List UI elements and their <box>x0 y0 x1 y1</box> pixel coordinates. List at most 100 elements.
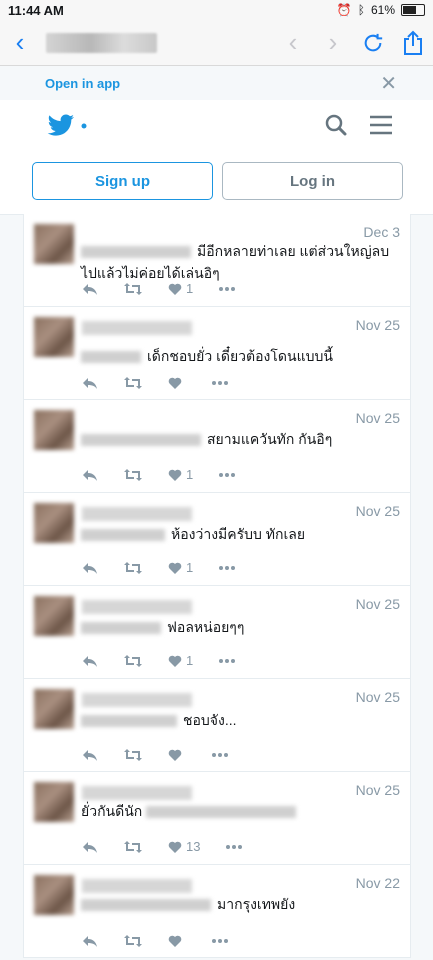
retweet-icon[interactable] <box>124 282 142 295</box>
more-icon[interactable] <box>219 286 236 291</box>
tweet-date[interactable]: Dec 3 <box>363 224 400 240</box>
like-count: 1 <box>186 281 194 296</box>
heart-icon <box>168 935 182 947</box>
like-button[interactable] <box>168 935 186 947</box>
tweet-date[interactable]: Nov 22 <box>356 875 400 891</box>
blurred-username <box>81 434 201 447</box>
like-count: 1 <box>186 467 194 482</box>
tweet-text: ห้องว่างมีครับบ ทักเลย <box>81 523 400 545</box>
reply-icon[interactable] <box>82 469 98 481</box>
open-in-app-banner: Open in app ✕ <box>0 66 433 100</box>
like-button[interactable] <box>168 377 186 389</box>
browser-toolbar: ‹ ‹ › <box>0 20 433 66</box>
blurred-username <box>82 507 192 521</box>
blurred-text <box>146 806 297 819</box>
tweet-text: เด็กชอบยั่ว เดี๋ยวต้องโดนแบบนี้ <box>81 345 400 367</box>
more-icon[interactable] <box>212 939 228 943</box>
blurred-username <box>82 879 192 893</box>
reply-icon[interactable] <box>82 841 98 853</box>
url-field[interactable] <box>46 32 157 53</box>
retweet-icon[interactable] <box>124 377 142 389</box>
avatar[interactable] <box>34 596 74 636</box>
blurred-handle <box>81 351 141 364</box>
tweet-item[interactable]: Nov 25 ชอบจัง... <box>24 679 410 772</box>
tweet-item[interactable]: Nov 25 เด็กชอบยั่ว เดี๋ยวต้องโดนแบบนี้ <box>24 307 410 400</box>
avatar[interactable] <box>34 317 74 357</box>
tweet-item[interactable]: Dec 3 มีอีกหลายท่าเลย แต่ส่วนใหญ่ลบไปแล้… <box>24 214 410 307</box>
like-button[interactable]: 1 <box>168 467 193 482</box>
back-arrow-icon[interactable]: ‹ <box>0 27 40 58</box>
sign-up-button[interactable]: Sign up <box>32 162 213 200</box>
reply-icon[interactable] <box>82 749 98 761</box>
tweet-date[interactable]: Nov 25 <box>356 410 400 426</box>
like-button[interactable]: 1 <box>168 653 193 668</box>
retweet-icon[interactable] <box>124 654 142 667</box>
tweet-text: ฟอลหน่อยๆๆ <box>81 616 400 638</box>
twitter-logo-icon[interactable] <box>46 112 94 145</box>
blurred-handle <box>81 715 177 728</box>
retweet-icon[interactable] <box>124 935 142 947</box>
more-icon[interactable] <box>219 472 236 477</box>
tweet-item[interactable]: Nov 25 สยามแควันทัก กันอิๆ 1 <box>24 400 410 493</box>
tweet-date[interactable]: Nov 25 <box>356 689 400 705</box>
tweet-item[interactable]: Nov 25 ยั่วกันดีนัก 13 <box>24 772 410 865</box>
reload-icon[interactable] <box>353 32 393 54</box>
like-button[interactable]: 13 <box>168 839 200 854</box>
tweet-text: มากรุงเทพยัง <box>81 893 400 915</box>
reply-icon[interactable] <box>82 655 98 667</box>
reply-icon[interactable] <box>82 562 98 574</box>
close-icon[interactable]: ✕ <box>380 71 397 96</box>
heart-icon <box>168 749 182 761</box>
avatar[interactable] <box>34 503 74 543</box>
avatar[interactable] <box>34 224 74 264</box>
avatar[interactable] <box>34 782 74 822</box>
search-icon[interactable] <box>325 114 347 141</box>
like-button[interactable]: 1 <box>168 560 193 575</box>
tweet-date[interactable]: Nov 25 <box>356 503 400 519</box>
open-in-app-link[interactable]: Open in app <box>45 76 120 91</box>
battery-percent: 61% <box>370 3 395 17</box>
share-icon[interactable] <box>393 30 433 56</box>
tweet-date[interactable]: Nov 25 <box>356 317 400 333</box>
blurred-handle <box>81 622 161 635</box>
reply-icon[interactable] <box>82 283 98 295</box>
forward-arrow-icon[interactable]: › <box>313 27 353 58</box>
more-icon[interactable] <box>219 565 236 570</box>
blurred-username <box>82 600 192 614</box>
tweet-text: ยั่วกันดีนัก <box>81 800 400 822</box>
alarm-icon: ⏰ <box>336 3 352 17</box>
reply-icon[interactable] <box>82 935 98 947</box>
tweet-item[interactable]: Nov 25 ห้องว่างมีครับบ ทักเลย 1 <box>24 493 410 586</box>
tweet-date[interactable]: Nov 25 <box>356 596 400 612</box>
tweet-feed: Dec 3 มีอีกหลายท่าเลย แต่ส่วนใหญ่ลบไปแล้… <box>23 214 411 958</box>
tweet-item[interactable]: Nov 25 ฟอลหน่อยๆๆ 1 <box>24 586 410 679</box>
retweet-icon[interactable] <box>124 561 142 574</box>
retweet-icon[interactable] <box>124 840 142 853</box>
back-arrow-icon[interactable]: ‹ <box>273 27 313 58</box>
retweet-icon[interactable] <box>124 468 142 481</box>
tweet-item[interactable]: Nov 22 มากรุงเทพยัง <box>24 865 410 958</box>
heart-icon <box>168 841 182 853</box>
log-in-button[interactable]: Log in <box>222 162 403 200</box>
heart-icon <box>168 377 182 389</box>
reply-icon[interactable] <box>82 377 98 389</box>
heart-icon <box>168 655 182 667</box>
tweet-text: สยามแควันทัก กันอิๆ <box>81 428 400 450</box>
tweet-text: มีอีกหลายท่าเลย แต่ส่วนใหญ่ลบไปแล้วไม่ค่… <box>81 243 390 281</box>
like-button[interactable]: 1 <box>168 281 193 296</box>
menu-icon[interactable] <box>369 114 393 141</box>
like-count: 1 <box>186 653 194 668</box>
like-count: 13 <box>186 839 201 854</box>
status-bar: 11:44 AM ⏰ ᛒ 61% <box>0 0 433 20</box>
avatar[interactable] <box>34 410 74 450</box>
tweet-date[interactable]: Nov 25 <box>356 782 400 798</box>
bluetooth-icon: ᛒ <box>357 3 365 17</box>
more-icon[interactable] <box>212 381 228 385</box>
more-icon[interactable] <box>212 753 228 757</box>
retweet-icon[interactable] <box>124 749 142 761</box>
avatar[interactable] <box>34 875 74 915</box>
more-icon[interactable] <box>226 844 243 849</box>
more-icon[interactable] <box>219 658 236 663</box>
like-button[interactable] <box>168 749 186 761</box>
avatar[interactable] <box>34 689 74 729</box>
